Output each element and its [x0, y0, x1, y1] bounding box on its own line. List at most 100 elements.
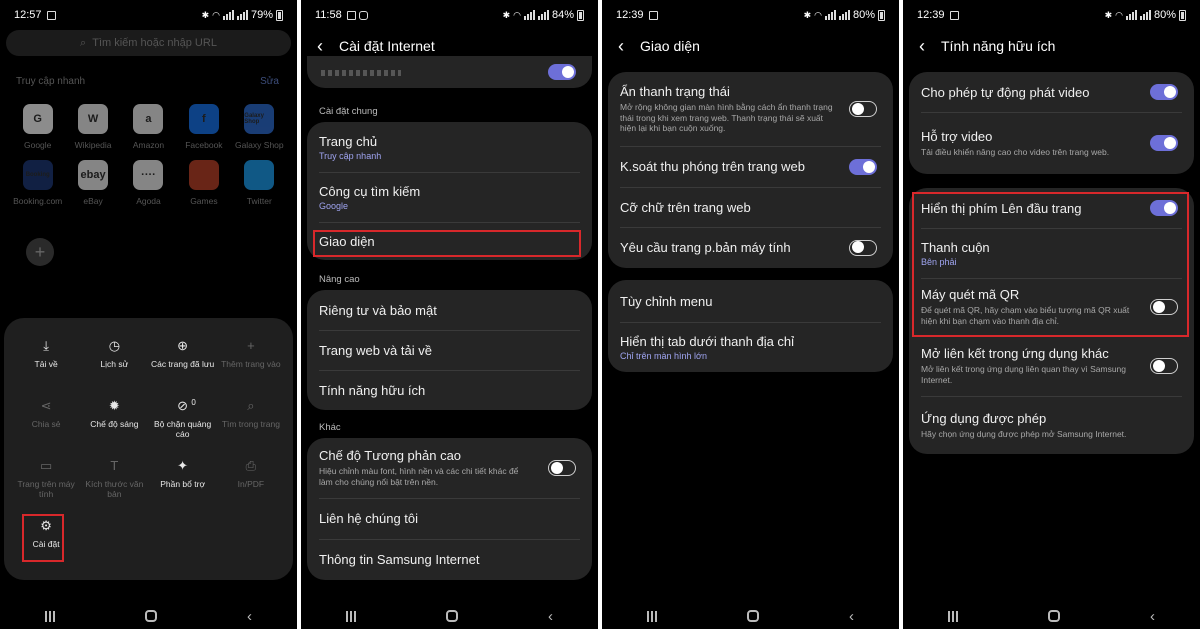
- menu-item-share[interactable]: ⋖ Chia sẻ: [12, 398, 80, 458]
- menu-item-print[interactable]: ⎙ In/PDF: [217, 458, 285, 518]
- menu-item-label: Tải về: [34, 359, 58, 369]
- add-page-icon: +: [247, 338, 255, 353]
- quick-access-item[interactable]: a Amazon: [121, 104, 176, 150]
- menu-item-add-ons[interactable]: ✦ Phần bổ trợ: [149, 458, 217, 518]
- menu-item-find-in-page[interactable]: ⌕ Tìm trong trang: [217, 398, 285, 458]
- customize-menu-title: Tùy chỉnh menu: [620, 293, 713, 309]
- useful-features-title: Tính năng hữu ích: [319, 382, 426, 398]
- gallery-notification-icon: [346, 10, 356, 20]
- menu-item-label: Chia sẻ: [31, 419, 61, 429]
- quick-access-item[interactable]: Booking Booking.com: [10, 160, 65, 206]
- autoplay-video-setting[interactable]: Cho phép tự động phát video: [909, 72, 1194, 112]
- allowed-apps-setting[interactable]: Ứng dụng được phép Hãy chọn ứng dụng đượ…: [909, 396, 1194, 454]
- appearance-setting[interactable]: Giao diện: [307, 222, 592, 260]
- back-nav-icon[interactable]: ‹: [247, 608, 252, 625]
- zoom-control-toggle[interactable]: [849, 158, 877, 175]
- back-arrow-icon[interactable]: ‹: [919, 36, 925, 57]
- tabs-below-address-bar-setting[interactable]: Hiển thị tab dưới thanh địa chỉ Chỉ trên…: [608, 322, 893, 372]
- video-assistant-desc: Tải điều khiển nâng cao cho video trên t…: [921, 146, 1110, 157]
- appearance-card-1: Ẩn thanh trạng thái Mở rộng không gian m…: [608, 72, 893, 268]
- home-icon[interactable]: [145, 610, 157, 622]
- quick-access-item[interactable]: ···· Agoda: [121, 160, 176, 206]
- qr-scanner-setting[interactable]: Máy quét mã QR Để quét mã QR, hãy chạm v…: [909, 278, 1194, 336]
- quick-access-item[interactable]: Twitter: [232, 160, 287, 206]
- menu-item-brightness[interactable]: ✹ Chế độ sáng: [80, 398, 148, 458]
- back-nav-icon[interactable]: ‹: [849, 608, 854, 625]
- back-nav-icon[interactable]: ‹: [548, 608, 553, 625]
- signal-icon: [523, 10, 535, 20]
- search-engine-setting[interactable]: Công cụ tìm kiếm Google: [307, 172, 592, 222]
- screenshot-collage: 12:57 ✱ ◠ 79% ⌕ Tìm kiếm hoặc nhập URL T…: [0, 0, 1200, 629]
- quick-access-item[interactable]: ebay eBay: [65, 160, 120, 206]
- appearance-card-2: Tùy chỉnh menu Hiển thị tab dưới thanh đ…: [608, 280, 893, 372]
- scroll-to-top-setting[interactable]: Hiển thị phím Lên đầu trang: [909, 188, 1194, 228]
- home-icon[interactable]: [747, 610, 759, 622]
- download-icon: ⤓: [43, 338, 49, 353]
- battery-percent: 80%: [1153, 9, 1176, 21]
- menu-item-desktop[interactable]: ▭ Trang trên máy tính: [12, 458, 80, 518]
- add-shortcut-button[interactable]: +: [26, 238, 54, 266]
- menu-item-text-size[interactable]: T Kích thước văn bản: [80, 458, 148, 518]
- status-time: 11:58: [315, 9, 342, 21]
- quick-access-item[interactable]: Games: [176, 160, 231, 206]
- privacy-security-setting[interactable]: Riêng tư và bảo mật: [307, 290, 592, 330]
- quick-access-item[interactable]: W Wikipedia: [65, 104, 120, 150]
- search-input[interactable]: ⌕ Tìm kiếm hoặc nhập URL: [6, 30, 291, 56]
- page-header: ‹ Giao diện: [618, 34, 889, 58]
- browser-menu-screen: 12:57 ✱ ◠ 79% ⌕ Tìm kiếm hoặc nhập URL T…: [0, 0, 297, 629]
- zoom-control-setting[interactable]: K.soát thu phóng trên trang web: [608, 146, 893, 187]
- back-arrow-icon[interactable]: ‹: [618, 36, 624, 57]
- video-assistant-toggle[interactable]: [1150, 135, 1178, 151]
- quick-access-grid: G Google W Wikipedia a Amazon f Facebook Galaxy …: [10, 104, 287, 206]
- home-icon[interactable]: [446, 610, 458, 622]
- useful-features-setting[interactable]: Tính năng hữu ích: [307, 370, 592, 410]
- menu-item-settings[interactable]: ⚙ Cài đặt: [12, 518, 80, 578]
- quick-access-item[interactable]: Galaxy Shop Galaxy Shop: [232, 104, 287, 150]
- hide-status-bar-setting[interactable]: Ẩn thanh trạng thái Mở rộng không gian m…: [608, 72, 893, 146]
- quick-access-edit-link[interactable]: Sửa: [260, 76, 279, 87]
- recents-icon[interactable]: [948, 610, 958, 622]
- recents-icon[interactable]: [647, 610, 657, 622]
- high-contrast-toggle[interactable]: [548, 460, 576, 476]
- quick-access-label: Twitter: [246, 196, 272, 206]
- sites-downloads-setting[interactable]: Trang web và tải về: [307, 330, 592, 370]
- allowed-apps-desc: Hãy chọn ứng dụng được phép mở Samsung I…: [921, 428, 1127, 439]
- customize-menu-setting[interactable]: Tùy chỉnh menu: [608, 280, 893, 322]
- menu-item-label: In/PDF: [237, 479, 265, 489]
- contact-us-setting[interactable]: Liên hệ chúng tôi: [307, 498, 592, 539]
- quick-access-item[interactable]: G Google: [10, 104, 65, 150]
- menu-item-download[interactable]: ⤓ Tải về: [12, 338, 80, 398]
- back-arrow-icon[interactable]: ‹: [317, 36, 323, 57]
- qr-scanner-toggle[interactable]: [1150, 299, 1178, 315]
- menu-item-saved-pages[interactable]: ⊕ Các trang đã lưu: [149, 338, 217, 398]
- text-size-setting[interactable]: Cỡ chữ trên trang web: [608, 187, 893, 227]
- high-contrast-setting[interactable]: Chế độ Tương phản cao Hiệu chỉnh màu fon…: [307, 438, 592, 498]
- hide-status-bar-toggle[interactable]: [849, 101, 877, 117]
- home-icon[interactable]: [1048, 610, 1060, 622]
- autoplay-video-toggle[interactable]: [1150, 84, 1178, 100]
- battery-icon: [878, 9, 885, 21]
- desktop-version-setting[interactable]: Yêu cầu trang p.bản máy tính: [608, 227, 893, 268]
- video-assistant-setting[interactable]: Hỗ trợ video Tải điều khiển nâng cao cho…: [909, 112, 1194, 174]
- system-nav-bar: ‹: [0, 603, 297, 629]
- menu-item-ad-block[interactable]: ⊘ 0 Bộ chặn quảng cáo: [149, 398, 217, 458]
- account-toggle[interactable]: [548, 64, 576, 80]
- desktop-version-toggle[interactable]: [849, 239, 877, 256]
- scroll-to-top-toggle[interactable]: [1150, 200, 1178, 216]
- quick-access-item[interactable]: f Facebook: [176, 104, 231, 150]
- recents-icon[interactable]: [45, 610, 55, 622]
- open-links-toggle[interactable]: [1150, 358, 1178, 374]
- section-other-label: Khác: [319, 422, 341, 433]
- menu-item-add-page[interactable]: + Thêm trang vào: [217, 338, 285, 398]
- find-in-page-icon: ⌕: [247, 398, 255, 413]
- homepage-setting[interactable]: Trang chủ Truy cập nhanh: [307, 122, 592, 172]
- scrollbar-setting[interactable]: Thanh cuộn Bên phải: [909, 228, 1194, 278]
- menu-item-history[interactable]: ◷ Lịch sử: [80, 338, 148, 398]
- recents-icon[interactable]: [346, 610, 356, 622]
- other-settings-card: Chế độ Tương phản cao Hiệu chỉnh màu fon…: [307, 438, 592, 580]
- wifi-icon: ◠: [1115, 9, 1123, 20]
- about-samsung-internet-setting[interactable]: Thông tin Samsung Internet: [307, 539, 592, 580]
- back-nav-icon[interactable]: ‹: [1150, 608, 1155, 625]
- status-time: 12:39: [616, 9, 644, 21]
- open-links-in-apps-setting[interactable]: Mở liên kết trong ứng dụng khác Mở liên …: [909, 336, 1194, 396]
